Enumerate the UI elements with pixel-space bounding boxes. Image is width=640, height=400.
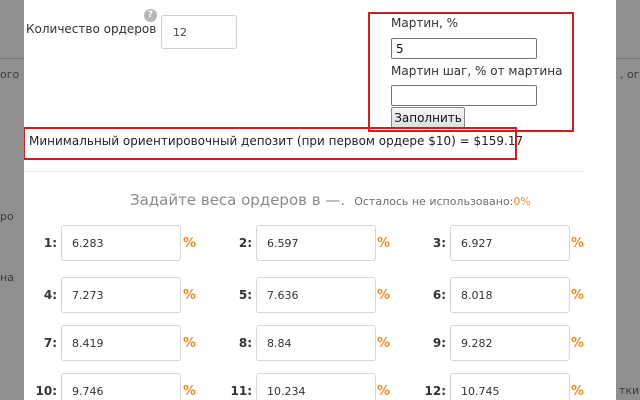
martin-input[interactable] [391, 38, 537, 59]
percent-sign: % [183, 236, 197, 251]
weight-input[interactable] [256, 225, 376, 261]
orders-count-label: Количество ордеров [26, 22, 157, 36]
weight-input[interactable] [450, 373, 570, 400]
martin-label: Мартин, % [391, 16, 458, 30]
weight-input[interactable] [61, 325, 181, 361]
background-text-fragment: ого [0, 68, 20, 81]
weights-title: Задайте веса ордеров в —. [130, 191, 346, 209]
weight-label: 5: [238, 288, 252, 302]
weight-label: 11: [230, 384, 253, 398]
percent-sign: % [183, 384, 197, 399]
percent-sign: % [377, 384, 391, 399]
weight-label: 1: [43, 236, 57, 250]
percent-sign: % [571, 336, 585, 351]
percent-sign: % [377, 236, 391, 251]
martin-settings-highlight: Мартин, % Мартин шаг, % от мартина Запол… [368, 12, 574, 132]
percent-sign: % [183, 336, 197, 351]
percent-sign: % [377, 288, 391, 303]
weight-label: 7: [43, 336, 57, 350]
weight-input[interactable] [450, 225, 570, 261]
orders-count-input[interactable] [161, 15, 237, 49]
weight-input[interactable] [61, 277, 181, 313]
weight-label: 12: [424, 384, 447, 398]
weight-label: 6: [432, 288, 446, 302]
remaining-value: 0% [513, 195, 531, 208]
weight-label: 9: [432, 336, 446, 350]
weight-input[interactable] [450, 277, 570, 313]
weight-input[interactable] [256, 325, 376, 361]
weight-input[interactable] [450, 325, 570, 361]
percent-sign: % [571, 384, 585, 399]
min-deposit-text: Минимальный ориентировочный депозит (при… [29, 134, 524, 148]
help-icon[interactable]: ? [144, 9, 157, 22]
background-text-fragment: тки [619, 384, 640, 397]
weight-input[interactable] [61, 225, 181, 261]
weight-label: 10: [35, 384, 58, 398]
weight-label: 4: [43, 288, 57, 302]
weight-label: 3: [432, 236, 446, 250]
background-right-strip [616, 0, 640, 400]
weight-input[interactable] [256, 277, 376, 313]
remaining-label: Осталось не использовано: [354, 195, 514, 208]
martin-step-label: Мартин шаг, % от мартина [391, 64, 563, 78]
min-deposit-highlight: Минимальный ориентировочный депозит (при… [24, 127, 523, 160]
weight-input[interactable] [256, 373, 376, 400]
weights-header: Задайте веса ордеров в —. Осталось не ис… [130, 190, 531, 209]
background-left-strip [0, 0, 24, 400]
fill-button[interactable]: Заполнить [391, 107, 465, 129]
percent-sign: % [571, 288, 585, 303]
percent-sign: % [377, 336, 391, 351]
percent-sign: % [571, 236, 585, 251]
background-text-fragment: на [0, 271, 14, 284]
order-weights-modal: Количество ордеров ? Мартин, % Мартин ша… [24, 0, 616, 400]
background-text-fragment: ро [0, 210, 14, 223]
section-divider [24, 171, 584, 172]
background-text-fragment: , ог [620, 68, 640, 81]
weight-input[interactable] [61, 373, 181, 400]
percent-sign: % [183, 288, 197, 303]
weight-label: 8: [238, 336, 252, 350]
martin-step-input[interactable] [391, 85, 537, 106]
weight-label: 2: [238, 236, 252, 250]
